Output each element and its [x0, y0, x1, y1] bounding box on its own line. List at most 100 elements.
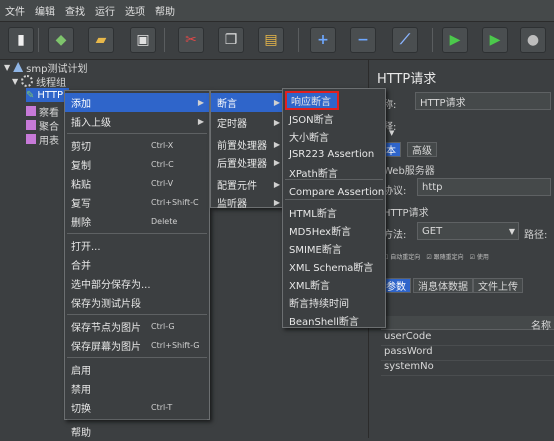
thread-group-label: 线程组	[36, 77, 67, 89]
menu-separator	[67, 133, 207, 134]
tab-advanced[interactable]: 高级	[407, 142, 437, 157]
stop-button[interactable]: ●	[520, 27, 546, 53]
add-submenu-item[interactable]: 定时器 ▶	[211, 113, 285, 132]
cut-button[interactable]: ✂	[178, 27, 204, 53]
context-menu-item[interactable]: 保存节点为图片 Ctrl-G	[65, 317, 209, 336]
menu-run[interactable]: 运行	[90, 3, 120, 18]
collapse-button[interactable]: −	[350, 27, 376, 53]
context-menu-item[interactable]: 复写 Ctrl+Shift-C	[65, 193, 209, 212]
web-server-label: Web服务器	[383, 166, 435, 177]
menu-item-label: HTML断言	[289, 209, 337, 220]
protocol-input[interactable]: http	[417, 178, 551, 196]
add-submenu-item[interactable]: 后置处理器 ▶	[211, 153, 285, 172]
menu-help[interactable]: 帮助	[150, 3, 180, 18]
new-button[interactable]: ▮	[8, 27, 34, 53]
paste-button[interactable]: ▤	[258, 27, 284, 53]
table-row[interactable]: systemNo	[381, 361, 554, 376]
assertion-menu-item[interactable]: XML Schema断言	[283, 257, 385, 276]
method-select[interactable]: GET ▼	[417, 222, 519, 240]
assertion-menu-item[interactable]: XML断言	[283, 275, 385, 294]
menu-item-label: JSR223 Assertion	[289, 149, 375, 160]
assertion-menu-item[interactable]: MD5Hex断言	[283, 221, 385, 240]
start-no-pauses-button[interactable]: ▶	[482, 27, 508, 53]
open-button[interactable]: ▰	[88, 27, 114, 53]
context-menu-item[interactable]: 切换 Ctrl-T	[65, 398, 209, 417]
menu-item-label: 帮助	[71, 428, 91, 439]
submenu-arrow-icon: ▶	[273, 180, 280, 189]
context-menu-item[interactable]: 启用	[65, 360, 209, 379]
submenu-arrow-icon: ▶	[273, 158, 280, 167]
keepalive-checkbox[interactable]: ☑ 使用	[470, 252, 489, 261]
tree-node-listener-2[interactable]: 聚合	[26, 118, 59, 133]
context-menu-item[interactable]: 选中部分保存为...	[65, 274, 209, 293]
tab-body-data[interactable]: 消息体数据	[413, 278, 473, 293]
collapse-arrow-icon[interactable]: ▼	[12, 77, 18, 86]
path-label: 路径:	[524, 230, 548, 241]
table-row[interactable]: userCode	[381, 331, 554, 346]
context-menu-item[interactable]: 复制 Ctrl-C	[65, 155, 209, 174]
add-submenu-item[interactable]: 前置处理器 ▶	[211, 135, 285, 154]
menu-separator	[67, 357, 207, 358]
menu-bar: 文件 编辑 查找 运行 选项 帮助	[0, 0, 554, 22]
context-menu-item[interactable]: 保存屏幕为图片 Ctrl+Shift-G	[65, 336, 209, 355]
context-menu-item[interactable]: 保存为测试片段	[65, 293, 209, 312]
menu-item-label: 选中部分保存为...	[71, 280, 151, 291]
context-menu-item[interactable]: 打开...	[65, 236, 209, 255]
add-submenu-item[interactable]: 配置元件 ▶	[211, 175, 285, 194]
auto-redirect-checkbox[interactable]: ☐ 自动重定向	[383, 252, 420, 261]
templates-button[interactable]: ◆	[48, 27, 74, 53]
tree-node-test-plan[interactable]: ▼ smp测试计划	[4, 60, 87, 75]
context-menu-item[interactable]: 帮助	[65, 422, 209, 441]
collapse-icon: −	[357, 32, 369, 48]
add-submenu-item[interactable]: 断言 ▶	[211, 93, 285, 112]
context-menu-item[interactable]: 剪切 Ctrl-X	[65, 136, 209, 155]
follow-redirect-checkbox[interactable]: ☑ 跟随重定向	[426, 252, 463, 261]
assertion-menu-item[interactable]: 响应断言	[285, 91, 339, 110]
test-plan-icon	[13, 62, 24, 72]
assertion-menu-item[interactable]: 断言持续时间	[283, 293, 385, 312]
tab-file-upload[interactable]: 文件上传	[473, 278, 523, 293]
save-button[interactable]: ▣	[130, 27, 156, 53]
menu-file[interactable]: 文件	[0, 3, 30, 18]
tree-node-thread-group[interactable]: ▼ 线程组	[12, 74, 67, 89]
open-icon: ▰	[95, 32, 107, 48]
assertion-menu-item[interactable]: 大小断言	[283, 127, 385, 146]
assertion-menu-item[interactable]: BeanShell断言	[283, 311, 385, 330]
tree-node-listener-1[interactable]: 察看	[26, 104, 59, 119]
menu-item-label: 定时器	[217, 119, 247, 130]
menu-item-label: 保存节点为图片	[71, 323, 141, 334]
protocol-label: 协议:	[383, 186, 407, 197]
collapse-arrow-icon[interactable]: ▼	[4, 63, 10, 72]
assertion-menu-item[interactable]: JSR223 Assertion	[283, 145, 385, 164]
menu-edit[interactable]: 编辑	[30, 3, 60, 18]
tree-node-listener-3[interactable]: 用表	[26, 132, 59, 147]
submenu-arrow-icon: ▶	[197, 98, 204, 107]
context-menu-item[interactable]: 合并	[65, 255, 209, 274]
name-input[interactable]: HTTP请求	[415, 92, 551, 110]
context-menu-item[interactable]: 插入上级 ▶	[65, 112, 209, 131]
tree-node-http-request[interactable]: ✎ HTTP	[26, 88, 69, 102]
menu-separator	[67, 233, 207, 234]
context-menu-item[interactable]: 禁用	[65, 379, 209, 398]
table-row[interactable]: passWord	[381, 346, 554, 361]
menu-search[interactable]: 查找	[60, 3, 90, 18]
assertion-menu-item[interactable]: SMIME断言	[283, 239, 385, 258]
shortcut-label: Ctrl-G	[151, 322, 175, 331]
menu-separator	[285, 199, 383, 200]
start-button[interactable]: ▶	[442, 27, 468, 53]
assertion-menu-item[interactable]: HTML断言	[283, 203, 385, 222]
menu-item-label: XML断言	[289, 281, 331, 292]
chart-icon	[26, 106, 36, 116]
add-submenu-item[interactable]: 监听器 ▶	[211, 193, 285, 212]
context-menu-item[interactable]: 粘贴 Ctrl-V	[65, 174, 209, 193]
new-icon: ▮	[17, 32, 25, 48]
menu-options[interactable]: 选项	[120, 3, 150, 18]
shortcut-label: Ctrl-V	[151, 179, 174, 188]
assertion-menu-item[interactable]: JSON断言	[283, 109, 385, 128]
toggle-button[interactable]: ⟋	[392, 27, 418, 53]
expand-button[interactable]: +	[310, 27, 336, 53]
context-menu-item[interactable]: 删除 Delete	[65, 212, 209, 231]
copy-button[interactable]: ❐	[218, 27, 244, 53]
context-menu-item[interactable]: 添加 ▶	[65, 93, 209, 112]
menu-item-label: 后置处理器	[217, 159, 267, 170]
